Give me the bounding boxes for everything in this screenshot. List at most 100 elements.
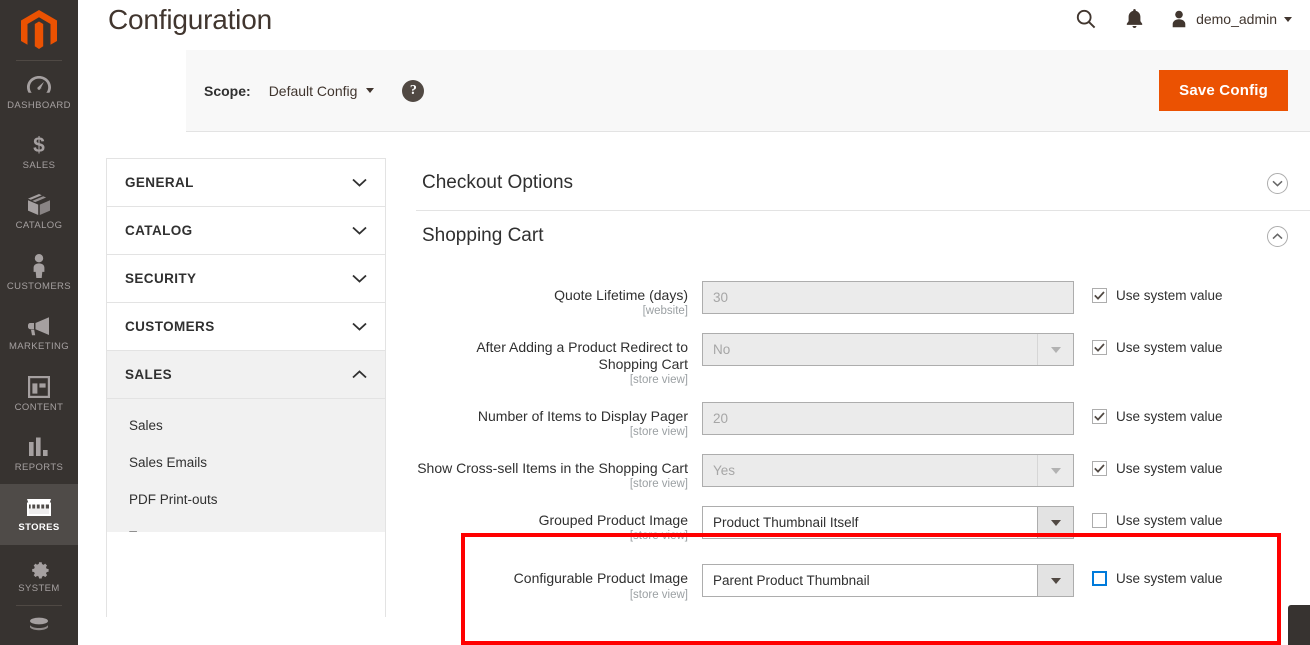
sidebar-item-label: DASHBOARD (7, 100, 71, 111)
config-nav-label: SECURITY (125, 271, 196, 286)
gear-icon (26, 556, 52, 580)
config-nav-sales[interactable]: SALES (107, 351, 385, 399)
sidebar-item-sales[interactable]: $ SALES (0, 122, 78, 182)
config-nav-subitem-sales[interactable]: Sales (107, 407, 385, 444)
sidebar-item-system[interactable]: SYSTEM (0, 545, 78, 605)
sidebar-item-label: STORES (18, 522, 59, 533)
field-label-text: Grouped Product Image (416, 512, 688, 529)
field-label: Configurable Product Image [store view] (416, 564, 702, 600)
section-title: Shopping Cart (422, 225, 543, 247)
number-of-items-pager-input[interactable]: 20 (702, 402, 1074, 435)
select-value: No (703, 334, 1037, 365)
user-menu[interactable]: demo_admin (1169, 9, 1292, 29)
config-nav-subitem-pdf-print-outs[interactable]: PDF Print-outs (107, 481, 385, 518)
use-system-value-checkbox[interactable] (1092, 409, 1107, 424)
stacked-discs-icon (26, 613, 52, 637)
select-value: Product Thumbnail Itself (703, 507, 1037, 538)
config-nav-general[interactable]: GENERAL (107, 159, 385, 207)
configurable-product-image-select[interactable]: Parent Product Thumbnail (702, 564, 1074, 597)
sidebar-item-dashboard[interactable]: DASHBOARD (0, 61, 78, 121)
field-label: Number of Items to Display Pager [store … (416, 402, 702, 438)
sidebar-item-customers[interactable]: CUSTOMERS (0, 243, 78, 303)
sidebar-item-reports[interactable]: REPORTS (0, 424, 78, 484)
search-icon[interactable] (1073, 6, 1099, 32)
chevron-down-icon (1037, 455, 1073, 486)
section-header-checkout-options[interactable]: Checkout Options (416, 158, 1310, 211)
storefront-icon (26, 495, 52, 519)
sidebar-item-label: SYSTEM (18, 583, 59, 594)
quote-lifetime-input[interactable]: 30 (702, 281, 1074, 314)
section-header-shopping-cart[interactable]: Shopping Cart (416, 211, 1310, 263)
use-system-value-label: Use system value (1116, 513, 1223, 528)
svg-text:$: $ (33, 134, 45, 157)
field-label: After Adding a Product Redirect to Shopp… (416, 333, 702, 386)
person-icon (26, 254, 52, 278)
use-system-value-checkbox[interactable] (1092, 461, 1107, 476)
config-nav-subitem-sales-emails[interactable]: Sales Emails (107, 444, 385, 481)
use-system-value-label: Use system value (1116, 409, 1223, 424)
use-system-value-group: Use system value (1074, 506, 1223, 528)
use-system-value-checkbox[interactable] (1092, 513, 1107, 528)
sidebar-item-label: MARKETING (9, 341, 69, 352)
field-scope-text: [store view] (416, 374, 688, 386)
use-system-value-label: Use system value (1116, 340, 1223, 355)
field-grouped-product-image: Grouped Product Image [store view] Produ… (416, 506, 1310, 542)
dollar-sign-icon: $ (26, 133, 52, 157)
field-label-text: Show Cross-sell Items in the Shopping Ca… (416, 460, 688, 477)
config-nav-customers[interactable]: CUSTOMERS (107, 303, 385, 351)
use-system-value-checkbox[interactable] (1092, 571, 1107, 586)
use-system-value-group: Use system value (1074, 454, 1223, 476)
grouped-product-image-select[interactable]: Product Thumbnail Itself (702, 506, 1074, 539)
use-system-value-checkbox[interactable] (1092, 288, 1107, 303)
after-adding-product-redirect-select[interactable]: No (702, 333, 1074, 366)
field-control: Yes (702, 454, 1074, 487)
magento-logo[interactable] (0, 0, 78, 60)
bell-icon[interactable] (1121, 6, 1147, 32)
show-cross-sell-items-select[interactable]: Yes (702, 454, 1074, 487)
save-config-button[interactable]: Save Config (1159, 70, 1288, 111)
field-scope-text: [store view] (416, 530, 688, 542)
config-nav-security[interactable]: SECURITY (107, 255, 385, 303)
caret-down-icon (366, 88, 374, 93)
field-scope-text: [website] (416, 305, 688, 317)
bar-chart-icon (26, 435, 52, 459)
use-system-value-label: Use system value (1116, 571, 1223, 586)
field-scope-text: [store view] (416, 589, 688, 601)
config-nav-catalog[interactable]: CATALOG (107, 207, 385, 255)
use-system-value-label: Use system value (1116, 461, 1223, 476)
sidebar-item-label: SALES (23, 160, 56, 171)
sidebar-item-label: CONTENT (15, 402, 64, 413)
config-nav-label: CATALOG (125, 223, 193, 238)
section-title: Checkout Options (422, 172, 573, 194)
field-label: Quote Lifetime (days) [website] (416, 281, 702, 317)
sidebar-item-content[interactable]: CONTENT (0, 363, 78, 423)
field-control: No (702, 333, 1074, 366)
config-nav-label: GENERAL (125, 175, 194, 190)
use-system-value-group: Use system value (1074, 564, 1223, 586)
user-avatar-icon (1169, 9, 1189, 29)
bottom-right-corner-nub (1288, 605, 1310, 645)
field-label-text: Number of Items to Display Pager (416, 408, 688, 425)
sidebar-item-catalog[interactable]: CATALOG (0, 182, 78, 242)
chevron-down-icon (1037, 565, 1073, 596)
sidebar-item-stores[interactable]: STORES (0, 484, 78, 544)
chevron-down-icon (352, 274, 367, 283)
sidebar-item-label: REPORTS (15, 462, 64, 473)
config-nav-label: SALES (125, 367, 172, 382)
layout-panel-icon (26, 375, 52, 399)
config-nav-subitem-tax[interactable]: Tax (107, 518, 385, 532)
scope-selector[interactable]: Default Config (269, 83, 375, 99)
chevron-down-icon (1037, 334, 1073, 365)
use-system-value-checkbox[interactable] (1092, 340, 1107, 355)
magento-admin-page: DASHBOARD $ SALES CATALOG CUSTOMERS MARK… (0, 0, 1310, 645)
dashboard-gauge-icon (26, 73, 52, 97)
field-scope-text: [store view] (416, 426, 688, 438)
sidebar-item-extensions[interactable] (0, 606, 78, 645)
question-mark-icon[interactable]: ? (402, 80, 424, 102)
chevron-up-icon (352, 370, 367, 379)
header-actions: demo_admin (1073, 6, 1292, 32)
use-system-value-group: Use system value (1074, 333, 1223, 355)
sidebar-item-marketing[interactable]: MARKETING (0, 303, 78, 363)
config-panel: Checkout Options Shopping Cart Q (416, 158, 1310, 617)
scope-label: Scope: (204, 83, 251, 99)
